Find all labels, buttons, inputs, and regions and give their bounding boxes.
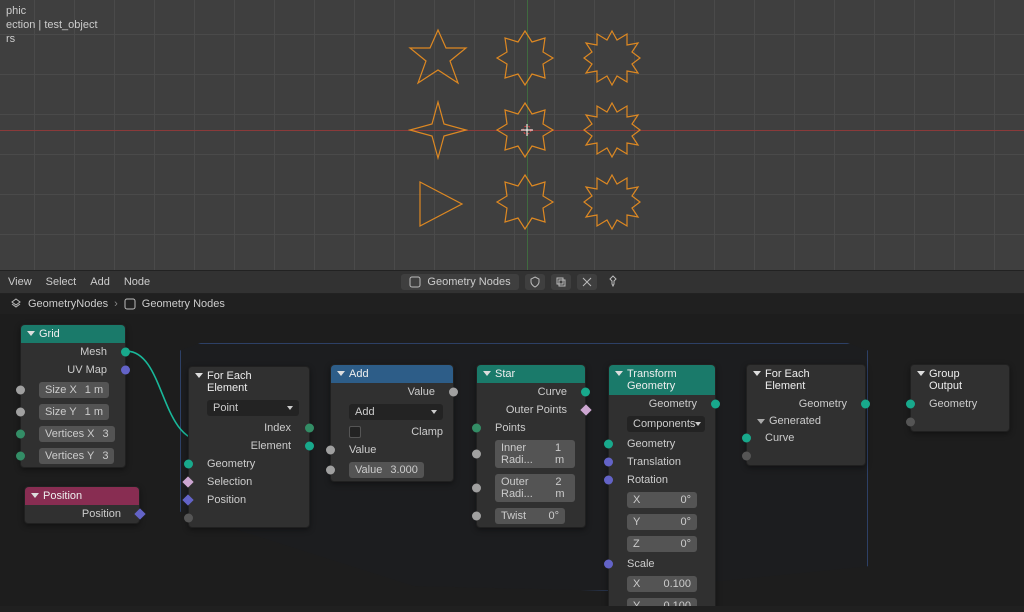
menu-view[interactable]: View: [8, 276, 32, 288]
field-vertices-y[interactable]: Vertices Y3: [39, 448, 114, 464]
socket-rotation: Rotation: [627, 474, 668, 486]
node-editor[interactable]: Grid Mesh UV Map Size X1 m Size Y1 m Ver…: [0, 314, 1024, 606]
breadcrumb: GeometryNodes › Geometry Nodes: [0, 294, 1024, 314]
chevron-right-icon: ›: [114, 298, 118, 310]
breadcrumb-mod[interactable]: GeometryNodes: [28, 298, 108, 310]
socket-curve: Curve: [538, 386, 567, 398]
socket-curve: Curve: [765, 432, 794, 444]
socket-position: Position: [82, 508, 121, 520]
field-rot-y[interactable]: Y0°: [627, 514, 697, 530]
socket-scale: Scale: [627, 558, 655, 570]
checkbox-clamp[interactable]: [349, 426, 361, 438]
pin-icon: [607, 275, 619, 287]
copy-icon-button[interactable]: [551, 274, 571, 290]
field-inner-radius[interactable]: Inner Radi...1 m: [495, 440, 575, 468]
socket-uvmap: UV Map: [67, 364, 107, 376]
copy-icon: [555, 276, 567, 288]
node-header[interactable]: For Each Element: [189, 367, 309, 397]
socket-geometry: Geometry: [799, 398, 847, 410]
field-rot-z[interactable]: Z0°: [627, 536, 697, 552]
node-grid[interactable]: Grid Mesh UV Map Size X1 m Size Y1 m Ver…: [20, 324, 126, 468]
clamp-label: Clamp: [411, 426, 443, 438]
socket-geometry: Geometry: [929, 398, 977, 410]
field-value-b[interactable]: Value3.000: [349, 462, 424, 478]
shield-icon-button[interactable]: [525, 274, 545, 290]
socket-translation: Translation: [627, 456, 681, 468]
socket-points: Points: [495, 422, 526, 434]
node-editor-header: View Select Add Node Geometry Nodes: [0, 270, 1024, 294]
socket-geometry-out: Geometry: [649, 398, 697, 410]
nodegroup-icon: [409, 276, 421, 288]
node-header[interactable]: For Each Element: [747, 365, 865, 395]
field-scale-y[interactable]: Y0.100: [627, 598, 697, 606]
node-group-output[interactable]: Group Output Geometry: [910, 364, 1010, 432]
node-star[interactable]: Star Curve Outer Points Points Inner Rad…: [476, 364, 586, 528]
field-scale-x[interactable]: X0.100: [627, 576, 697, 592]
socket-element: Element: [251, 440, 291, 452]
node-foreach-in[interactable]: For Each Element Point Index Element Geo…: [188, 366, 310, 528]
field-size-y[interactable]: Size Y1 m: [39, 404, 109, 420]
modifier-icon: [10, 298, 22, 310]
pin-icon-button[interactable]: [603, 273, 623, 292]
viewport-3d[interactable]: phic ection | test_object rs: [0, 0, 1024, 270]
menu-node[interactable]: Node: [124, 276, 150, 288]
node-header[interactable]: Star: [477, 365, 585, 383]
cursor-3d-icon: [521, 124, 533, 136]
close-icon: [581, 276, 593, 288]
node-header[interactable]: Add: [331, 365, 453, 383]
field-vertices-x[interactable]: Vertices X3: [39, 426, 115, 442]
node-header[interactable]: Group Output: [911, 365, 1009, 395]
field-twist[interactable]: Twist0°: [495, 508, 565, 524]
field-rot-x[interactable]: X0°: [627, 492, 697, 508]
node-position[interactable]: Position Position: [24, 486, 140, 524]
socket-geometry-in: Geometry: [627, 438, 675, 450]
menu-select[interactable]: Select: [46, 276, 77, 288]
node-transform-geometry[interactable]: Transform Geometry Geometry Components G…: [608, 364, 716, 606]
section-generated[interactable]: Generated: [747, 413, 865, 429]
field-outer-radius[interactable]: Outer Radi...2 m: [495, 474, 575, 502]
socket-outer-points: Outer Points: [506, 404, 567, 416]
socket-index: Index: [264, 422, 291, 434]
nodegroup-icon: [124, 298, 136, 310]
socket-value: Value: [408, 386, 435, 398]
node-foreach-out[interactable]: For Each Element Geometry Generated Curv…: [746, 364, 866, 466]
socket-value-a: Value: [349, 444, 376, 456]
nodegroup-dropdown[interactable]: Geometry Nodes: [401, 274, 518, 290]
select-domain[interactable]: Point: [207, 400, 299, 416]
menu-add[interactable]: Add: [90, 276, 110, 288]
field-size-x[interactable]: Size X1 m: [39, 382, 109, 398]
viewport-overlay-text: phic ection | test_object rs: [0, 0, 104, 50]
close-icon-button[interactable]: [577, 274, 597, 290]
node-header[interactable]: Transform Geometry: [609, 365, 715, 395]
node-math-add[interactable]: Add Value Add Clamp Value Value3.000: [330, 364, 454, 482]
select-math-op[interactable]: Add: [349, 404, 443, 420]
socket-selection: Selection: [207, 476, 252, 488]
node-header[interactable]: Grid: [21, 325, 125, 343]
socket-geometry: Geometry: [207, 458, 255, 470]
socket-mesh: Mesh: [80, 346, 107, 358]
breadcrumb-group[interactable]: Geometry Nodes: [142, 298, 225, 310]
socket-position: Position: [207, 494, 246, 506]
shield-icon: [529, 276, 541, 288]
select-transform-mode[interactable]: Components: [627, 416, 705, 432]
node-header[interactable]: Position: [25, 487, 139, 505]
